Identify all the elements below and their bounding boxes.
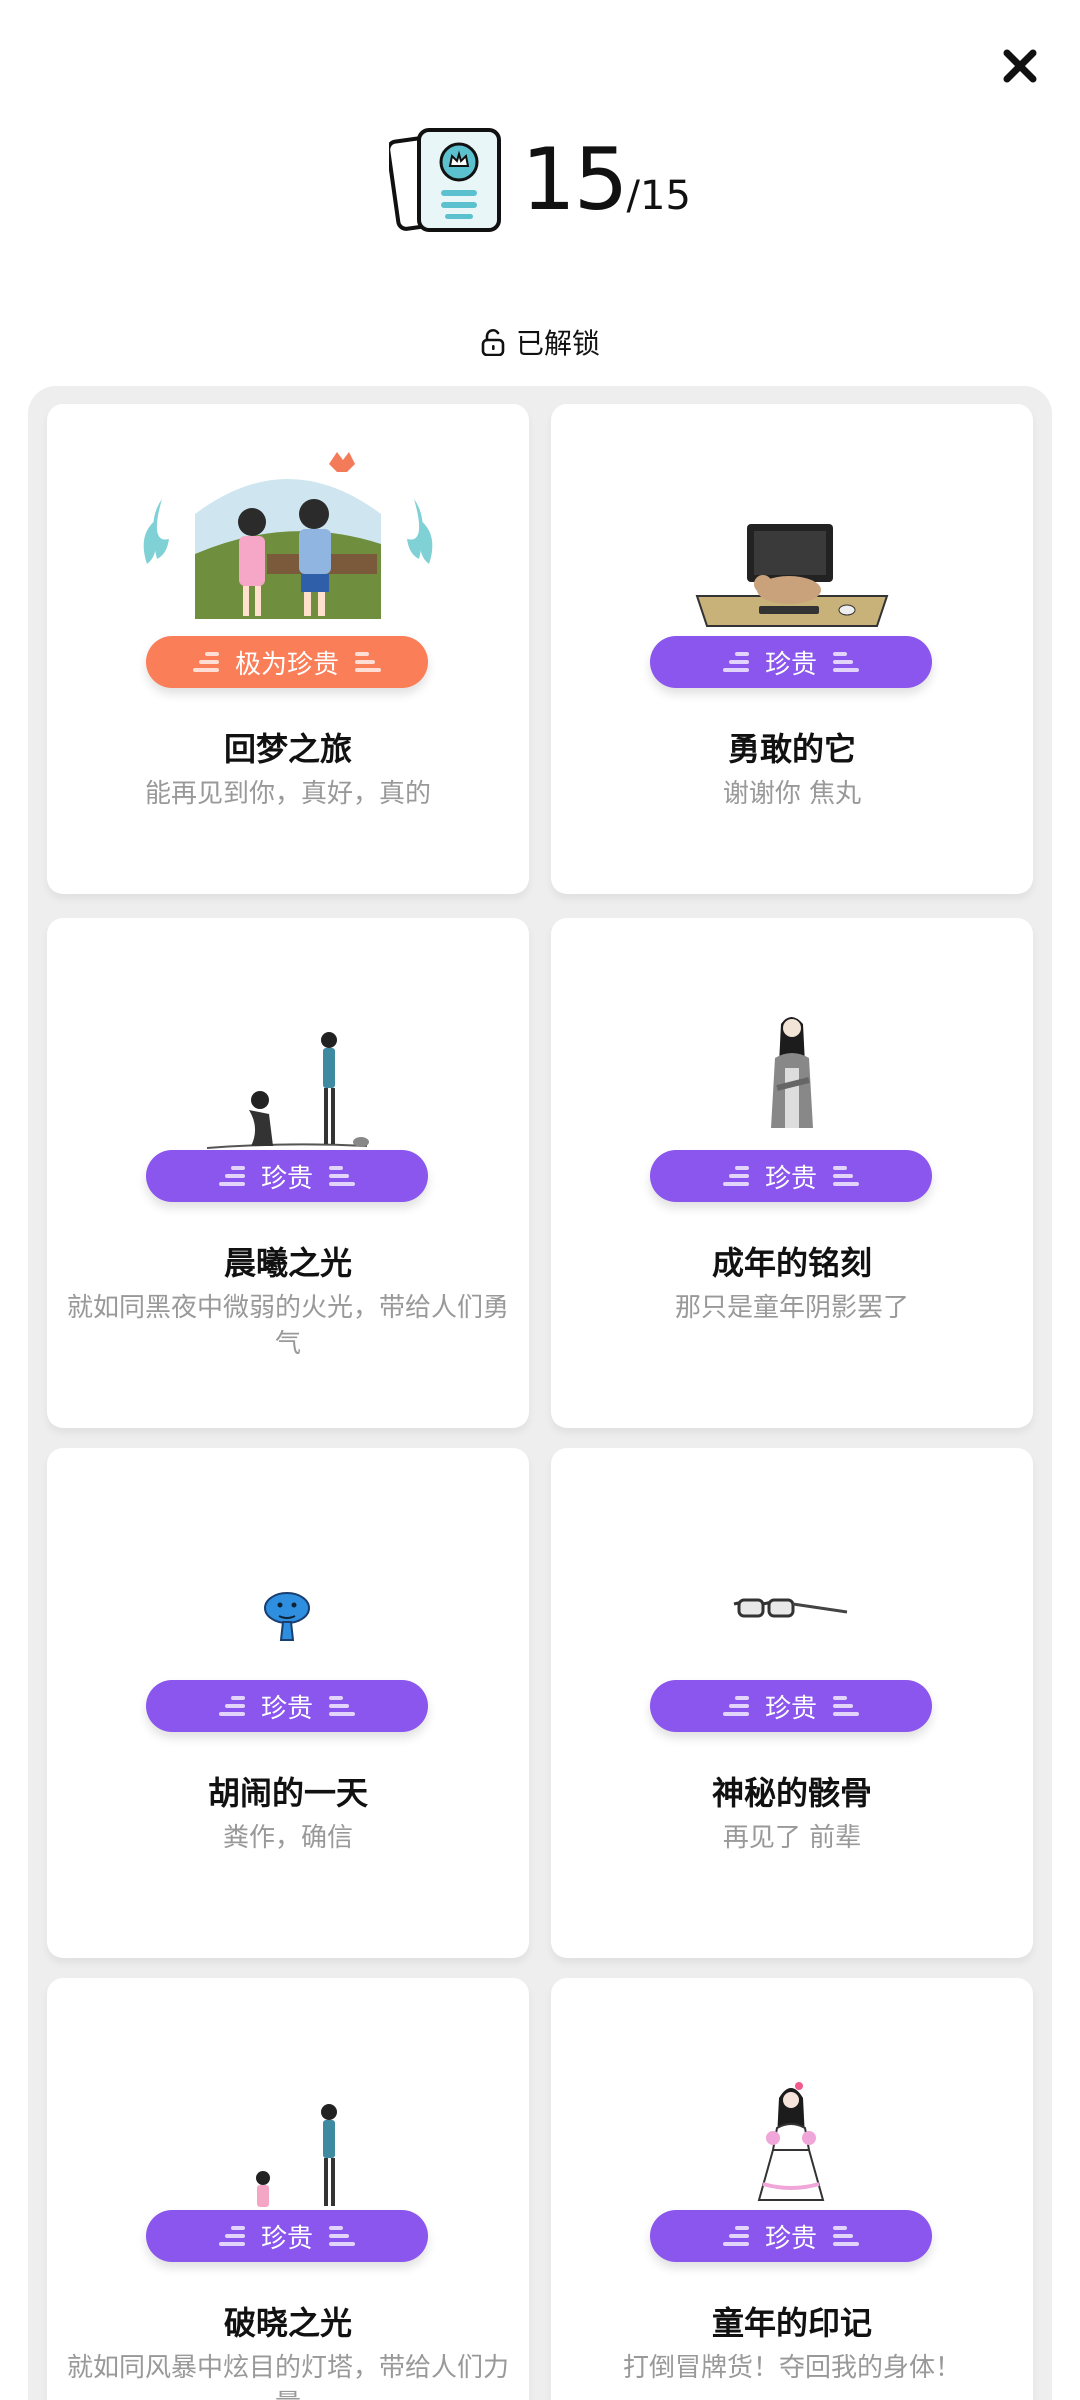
card-description: 再见了 前辈: [722, 1823, 862, 1853]
collection-card[interactable]: 珍贵 勇敢的它 谢谢你 焦丸: [551, 404, 1033, 894]
illustration: [143, 452, 433, 619]
unlocked-label: 已解锁: [515, 327, 600, 360]
card-description: 打倒冒牌货！夺回我的身体！: [622, 2353, 961, 2383]
illustration: [695, 524, 889, 627]
collection-card[interactable]: 极为珍贵 回梦之旅 能再见到你，真好，真的: [47, 404, 529, 894]
card-description: 粪作，确信: [222, 1823, 353, 1853]
rarity-badge: 珍贵: [146, 2210, 428, 2262]
illustration: [206, 1032, 369, 1149]
illustration: [264, 1592, 310, 1641]
card-collection-icon: [389, 128, 502, 232]
collection-card[interactable]: 珍贵 成年的铭刻 那只是童年阴影罢了: [551, 918, 1033, 1428]
card-description: 能再见到你，真好，真的: [144, 779, 431, 809]
card-description: 就如同风暴中炫目的灯塔，带给人们力量: [67, 2353, 510, 2400]
card-title: 胡闹的一天: [207, 1774, 368, 1812]
card-title: 童年的印记: [711, 2304, 872, 2342]
rarity-badge: 珍贵: [650, 1680, 932, 1732]
close-button[interactable]: [990, 36, 1050, 96]
card-description: 就如同黑夜中微弱的火光，带给人们勇气: [67, 1293, 510, 1359]
rarity-badge: 珍贵: [146, 1150, 428, 1202]
collection-header: 15 /15: [0, 120, 1080, 240]
card-description: 那只是童年阴影罢了: [674, 1293, 909, 1323]
collection-card[interactable]: 珍贵 破晓之光 就如同风暴中炫目的灯塔，带给人们力量: [47, 1978, 529, 2400]
collection-card[interactable]: 珍贵 胡闹的一天 粪作，确信: [47, 1448, 529, 1958]
rarity-badge: 珍贵: [650, 636, 932, 688]
collection-card[interactable]: 珍贵 神秘的骸骨 再见了 前辈: [551, 1448, 1033, 1958]
illustration: [757, 2082, 825, 2201]
card-title: 晨曦之光: [223, 1244, 352, 1282]
illustration: [771, 1017, 813, 1128]
rarity-badge: 极为珍贵: [146, 636, 428, 688]
card-title: 神秘的骸骨: [711, 1774, 872, 1812]
card-title: 勇敢的它: [727, 730, 856, 768]
card-title: 成年的铭刻: [711, 1244, 872, 1282]
illustration: [256, 2104, 337, 2207]
unlocked-filter[interactable]: 已解锁: [0, 322, 1080, 362]
total-count: /15: [626, 173, 691, 219]
collection-card[interactable]: 珍贵 童年的印记 打倒冒牌货！夺回我的身体！: [551, 1978, 1033, 2400]
rarity-badge: 珍贵: [146, 1680, 428, 1732]
close-icon: [1003, 49, 1037, 83]
card-title: 回梦之旅: [223, 730, 352, 768]
illustration: [733, 1598, 848, 1618]
card-grid-panel: 极为珍贵 回梦之旅 能再见到你，真好，真的 珍贵 勇敢的它 谢谢你 焦丸 珍贵 …: [28, 386, 1052, 2400]
rarity-badge: 珍贵: [650, 1150, 932, 1202]
rarity-badge: 珍贵: [650, 2210, 932, 2262]
card-description: 谢谢你 焦丸: [722, 779, 862, 809]
card-title: 破晓之光: [223, 2304, 352, 2342]
collection-card[interactable]: 珍贵 晨曦之光 就如同黑夜中微弱的火光，带给人们勇气: [47, 918, 529, 1428]
collected-count: 15: [521, 130, 628, 230]
unlock-icon: [481, 329, 505, 356]
